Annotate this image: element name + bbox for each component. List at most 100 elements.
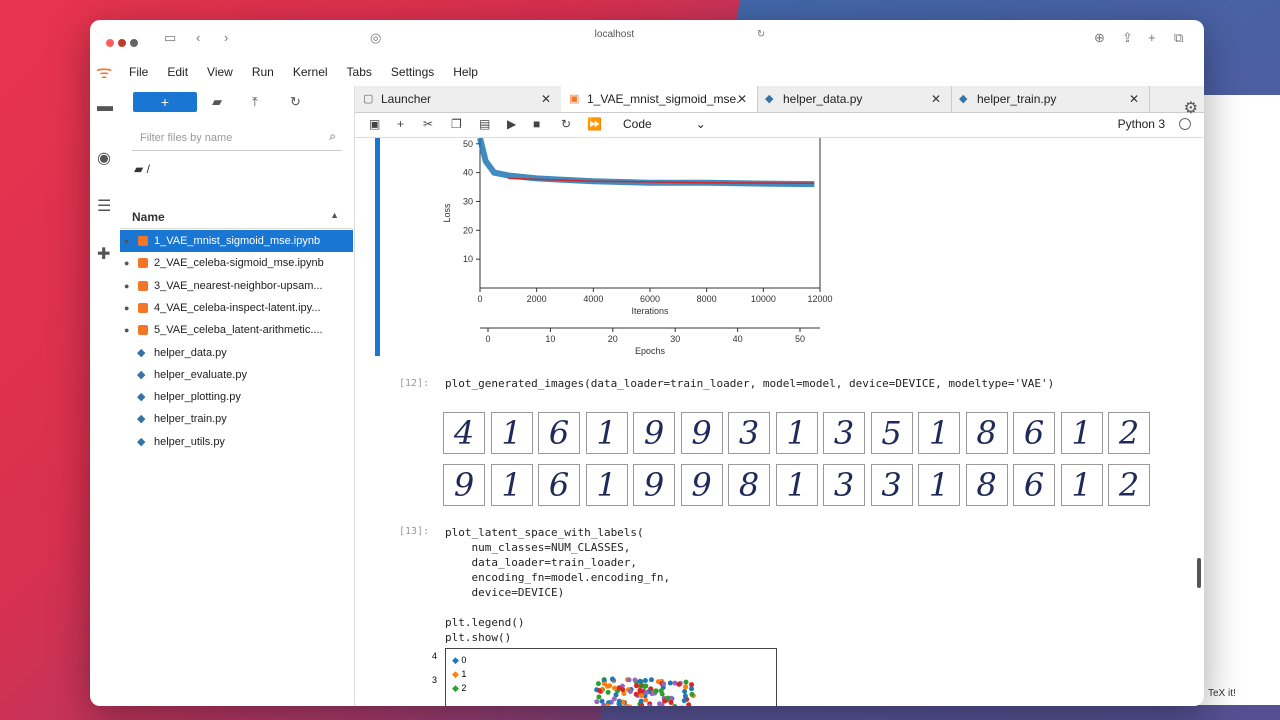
close-icon[interactable]: ✕ bbox=[1129, 86, 1139, 112]
new-folder-icon[interactable]: ▰ bbox=[212, 94, 222, 110]
file-item[interactable]: ◆ helper_plotting.py bbox=[120, 386, 353, 408]
copy-icon[interactable]: ❐ bbox=[451, 117, 462, 131]
file-item[interactable]: ● 5_VAE_celeba_latent-arithmetic.... bbox=[120, 319, 353, 341]
file-item[interactable]: ● 2_VAE_celeba-sigmoid_mse.ipynb bbox=[120, 252, 353, 274]
run-icon[interactable]: ▶ bbox=[507, 117, 516, 131]
digit-image: 1 bbox=[490, 412, 533, 454]
file-item[interactable]: ● 4_VAE_celeba-inspect-latent.ipy... bbox=[120, 297, 353, 319]
kernel-name[interactable]: Python 3 bbox=[1118, 117, 1165, 131]
folder-icon[interactable]: ▬ bbox=[97, 98, 113, 116]
privacy-icon[interactable]: ◎ bbox=[370, 30, 381, 46]
file-name: 3_VAE_nearest-neighbor-upsam... bbox=[154, 279, 323, 292]
tab-helper-train[interactable]: ◆ helper_train.py ✕ bbox=[951, 86, 1150, 112]
scatter-point bbox=[633, 683, 639, 689]
menu-file[interactable]: File bbox=[129, 65, 148, 79]
scatter-point bbox=[594, 699, 600, 705]
file-item[interactable]: ◆ helper_evaluate.py bbox=[120, 364, 353, 386]
close-icon[interactable]: ✕ bbox=[931, 86, 941, 112]
menu-help[interactable]: Help bbox=[453, 65, 478, 79]
digit-image: 1 bbox=[775, 412, 818, 454]
menu-kernel[interactable]: Kernel bbox=[293, 65, 328, 79]
restart-icon[interactable]: ↻ bbox=[561, 117, 571, 131]
chevron-down-icon: ⌄ bbox=[695, 117, 706, 131]
new-tab-icon[interactable]: + bbox=[1148, 30, 1156, 45]
column-header[interactable]: Name ▲ bbox=[120, 208, 353, 229]
tab-label: helper_train.py bbox=[977, 92, 1057, 106]
zoom-window-button[interactable] bbox=[130, 39, 138, 47]
scatter-point bbox=[605, 689, 611, 695]
menu-settings[interactable]: Settings bbox=[391, 65, 434, 79]
notebook-icon bbox=[138, 325, 148, 336]
scatter-point bbox=[672, 703, 678, 706]
back-icon[interactable]: ‹ bbox=[196, 30, 200, 45]
scatter-point bbox=[683, 684, 689, 690]
menu-tabs[interactable]: Tabs bbox=[347, 65, 372, 79]
digit-image: 1 bbox=[490, 464, 533, 506]
scatter-point bbox=[626, 677, 632, 683]
file-item[interactable]: ● 3_VAE_nearest-neighbor-upsam... bbox=[120, 275, 353, 297]
close-window-button[interactable] bbox=[106, 39, 114, 47]
notebook-icon bbox=[138, 258, 148, 269]
tab-launcher[interactable]: ▢ Launcher ✕ bbox=[355, 86, 562, 112]
scatter-point bbox=[597, 688, 603, 694]
filter-input[interactable]: Filter files by name ⌕ bbox=[132, 126, 342, 151]
address-bar[interactable]: localhost ↻ bbox=[490, 29, 870, 49]
new-launcher-button[interactable]: + bbox=[133, 92, 197, 112]
code-cell[interactable]: plot_latent_space_with_labels( num_class… bbox=[445, 525, 670, 645]
refresh-icon[interactable]: ↻ bbox=[290, 94, 301, 110]
tab-overview-icon[interactable]: ⧉ bbox=[1174, 30, 1183, 46]
file-item[interactable]: ◆ helper_utils.py bbox=[120, 431, 353, 453]
cut-icon[interactable]: ✂ bbox=[423, 117, 433, 131]
jupyter-logo-icon: ᯤ bbox=[96, 62, 113, 82]
gear-icon[interactable]: ⚙ bbox=[1184, 98, 1198, 118]
share-icon[interactable]: ⇪ bbox=[1122, 30, 1133, 46]
toc-icon[interactable]: ☰ bbox=[97, 196, 111, 216]
save-icon[interactable]: ▣ bbox=[369, 117, 380, 131]
cell-type-select[interactable]: Code ⌄ bbox=[623, 117, 706, 131]
digit-image: 9 bbox=[633, 464, 675, 506]
tab-notebook[interactable]: ▣ 1_VAE_mnist_sigmoid_mse. ✕ bbox=[561, 86, 758, 112]
running-dot-icon: ● bbox=[124, 236, 130, 246]
close-icon[interactable]: ✕ bbox=[737, 86, 747, 112]
minimize-window-button[interactable] bbox=[118, 39, 126, 47]
reload-icon[interactable]: ↻ bbox=[757, 29, 765, 40]
scatter-point bbox=[658, 688, 664, 694]
notebook-icon bbox=[138, 236, 148, 246]
scatter-point bbox=[620, 687, 626, 693]
file-item[interactable]: ◆ helper_data.py bbox=[120, 342, 353, 364]
upload-icon[interactable]: ⤒ bbox=[252, 94, 258, 110]
python-icon: ◆ bbox=[959, 93, 968, 105]
file-item[interactable]: ● 1_VAE_mnist_sigmoid_mse.ipynb bbox=[120, 230, 353, 252]
tab-helper-data[interactable]: ◆ helper_data.py ✕ bbox=[757, 86, 952, 112]
cell-type-value: Code bbox=[623, 117, 652, 131]
y-tick-label: 3 bbox=[432, 675, 438, 685]
digit-image: 1 bbox=[585, 412, 628, 454]
sidebar-toggle-icon[interactable]: ▭ bbox=[164, 30, 176, 46]
file-name: 1_VAE_mnist_sigmoid_mse.ipynb bbox=[154, 235, 321, 247]
download-icon[interactable]: ⊕ bbox=[1094, 30, 1105, 46]
x-tick-label: 0 bbox=[477, 294, 482, 304]
code-cell[interactable]: plot_generated_images(data_loader=train_… bbox=[445, 377, 1054, 390]
fast-forward-icon[interactable]: ⏩ bbox=[587, 117, 602, 131]
extension-icon[interactable]: ✚ bbox=[97, 244, 110, 264]
menu-edit[interactable]: Edit bbox=[167, 65, 188, 79]
tab-label: 1_VAE_mnist_sigmoid_mse. bbox=[587, 92, 740, 106]
digit-image: 8 bbox=[965, 412, 1008, 454]
stop-icon[interactable]: ■ bbox=[533, 117, 540, 131]
breadcrumb[interactable]: ▰ / bbox=[134, 162, 150, 176]
file-item[interactable]: ◆ helper_train.py bbox=[120, 408, 353, 430]
paste-icon[interactable]: ▤ bbox=[479, 117, 490, 131]
menu-view[interactable]: View bbox=[207, 65, 233, 79]
epoch-axis-label: Epochs bbox=[635, 346, 666, 356]
forward-icon[interactable]: › bbox=[224, 30, 228, 45]
running-icon[interactable]: ◉ bbox=[97, 148, 111, 168]
loss-chart: 10 20 30 40 50 0 2000 4000 6000 8000 10000 12000 Ite… bbox=[442, 138, 833, 356]
digit-image: 1 bbox=[918, 464, 960, 506]
menu-run[interactable]: Run bbox=[252, 65, 274, 79]
digit-image: 3 bbox=[728, 412, 770, 454]
file-name: helper_data.py bbox=[154, 346, 227, 359]
close-icon[interactable]: ✕ bbox=[541, 86, 551, 112]
scatter-point bbox=[668, 699, 674, 705]
scrollbar[interactable] bbox=[1197, 558, 1201, 588]
insert-cell-icon[interactable]: + bbox=[397, 117, 404, 131]
